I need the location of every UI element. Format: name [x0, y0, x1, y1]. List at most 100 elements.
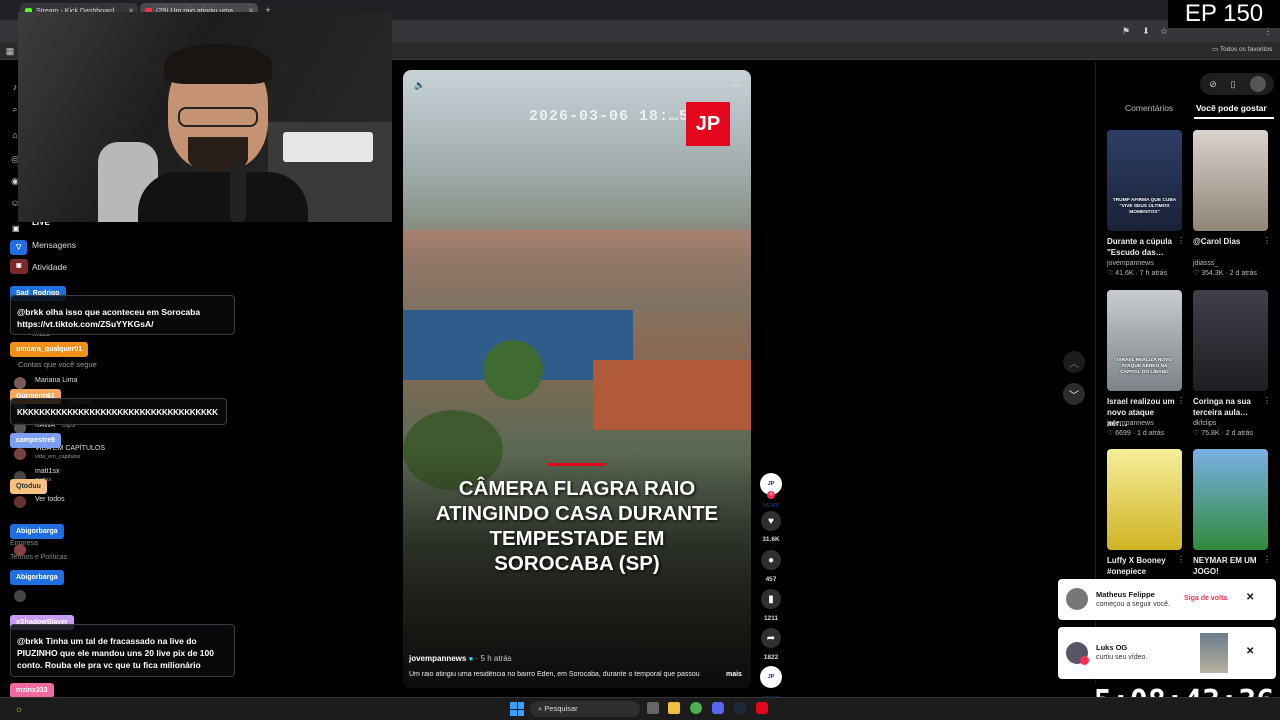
nav-messages[interactable]: Mensagens: [32, 240, 76, 250]
tab-comments[interactable]: Comentários: [1125, 103, 1173, 113]
video-author-row[interactable]: jovempannews ● · 5 h atrás: [409, 654, 512, 663]
video-headline: CÂMERA FLAGRA RAIO ATINGINDO CASA DURANT…: [435, 477, 719, 575]
recommendation-card[interactable]: Coringa na sua terceira aula… ⋮ dkfclips ♡ …: [1193, 290, 1271, 440]
comment-count: 457: [765, 576, 777, 583]
chevron-up-icon: ︿: [1069, 358, 1079, 370]
volume-icon[interactable]: 🔈: [413, 78, 427, 92]
recommendation-card[interactable]: NEYMAR EM UM JOGO! #futebolb…⋮: [1193, 449, 1271, 599]
avatar: [14, 377, 26, 389]
windows-start-icon[interactable]: [510, 702, 524, 716]
thumbnail-overlay-text: TRUMP AFIRMA QUE CUBA "VIVE SEUS ÚLTIMOS…: [1112, 198, 1177, 215]
taskbar-search-label: Pesquisar: [544, 704, 578, 713]
video-author[interactable]: jovempannews: [409, 654, 466, 663]
compass-icon[interactable]: ⊘: [1206, 77, 1220, 91]
taskbar-search[interactable]: ⌕ Pesquisar: [530, 701, 640, 717]
profile-avatar[interactable]: [1250, 76, 1266, 92]
video-player[interactable]: 🔈 ⋯ 2026-03-06 18:…59 JP CÂMERA FLAGRA R…: [403, 70, 751, 688]
video-timestamp: 2026-03-06 18:…59: [529, 108, 700, 125]
recommendation-card[interactable]: Luffy X Booney #onepiece #luffy…⋮: [1107, 449, 1185, 599]
recommendation-card[interactable]: ISRAEL REALIZA NOVO ATAQUE AÉREO NA CAPI…: [1107, 290, 1185, 440]
see-all-link[interactable]: Ver todos: [35, 496, 65, 503]
more-options-icon[interactable]: ⋮: [1263, 396, 1271, 405]
comment-button[interactable]: ●: [761, 550, 781, 570]
video-time: 5 h atrás: [480, 654, 512, 663]
recommendation-title[interactable]: @Carol Dias: [1193, 236, 1261, 247]
webcam-feed: [18, 12, 392, 222]
more-options-icon[interactable]: ⋮: [1263, 236, 1271, 245]
windows-taskbar: ☼ ⌕ Pesquisar: [0, 697, 1280, 720]
caption-more-link[interactable]: mais: [726, 671, 742, 678]
recommendation-card[interactable]: @Carol Dias ⋮ jdiasss_ ♡ 354.3K · 2 d atrás: [1193, 130, 1271, 280]
all-bookmarks-link[interactable]: ▭ Todos os favoritos: [1212, 45, 1272, 53]
apps-grid-icon[interactable]: ▦: [4, 45, 16, 57]
notification-name: Matheus Felippe: [1096, 590, 1155, 599]
headline-accent-bar: [548, 463, 606, 466]
notification-text: começou a seguir você.: [1096, 601, 1170, 608]
phone-icon[interactable]: ▯: [1226, 77, 1240, 91]
recommendation-age: 7 h atrás: [1139, 270, 1168, 277]
more-options-icon[interactable]: ⋮: [1177, 555, 1185, 564]
tab-recommendations[interactable]: Você pode gostar: [1196, 103, 1267, 113]
recommendation-title[interactable]: Durante a cúpula "Escudo das…: [1107, 236, 1175, 258]
next-video-button[interactable]: ﹀: [1063, 383, 1085, 405]
recommendation-age: 2 d atrás: [1229, 270, 1257, 277]
chat-user-tag: umcara_qualquer01: [10, 342, 89, 357]
previous-video-button[interactable]: ︿: [1063, 351, 1085, 373]
following-handle: vida_em_capitulos: [35, 454, 81, 460]
streaming-app-icon[interactable]: [756, 702, 768, 714]
recommendation-likes: 41.6K: [1115, 270, 1134, 277]
more-options-icon[interactable]: ⋮: [1177, 236, 1185, 245]
avatar: [1066, 588, 1088, 610]
chat-user-tag: mzinx333: [10, 683, 54, 698]
follow-back-button[interactable]: Siga de volta: [1184, 595, 1227, 602]
following-header: Contas que você segue: [18, 360, 97, 369]
thumbnail-overlay-text: ISRAEL REALIZA NOVO ATAQUE AÉREO NA CAPI…: [1117, 358, 1172, 375]
share-button[interactable]: ➦: [761, 628, 781, 648]
close-icon[interactable]: ✕: [1246, 592, 1254, 603]
sound-disc[interactable]: JP NEWS: [760, 666, 782, 702]
recommendation-card[interactable]: TRUMP AFIRMA QUE CUBA "VIVE SEUS ÚLTIMOS…: [1107, 130, 1185, 280]
notification-name: Luks OG: [1096, 643, 1128, 652]
chat-message: @brkk olha isso que aconteceu em Sorocab…: [10, 295, 235, 335]
episode-label: EP 150: [1168, 0, 1280, 28]
recommendation-likes: 354.3K: [1201, 270, 1224, 277]
like-count: 31.6K: [762, 536, 780, 543]
translate-icon[interactable]: ⚑: [1120, 24, 1132, 38]
chrome-icon[interactable]: [690, 702, 702, 714]
recommendation-thumbnail[interactable]: [1193, 290, 1268, 391]
avatar: [14, 496, 26, 508]
recommendation-author[interactable]: jovempannews: [1107, 419, 1154, 429]
live-icon: ▣: [12, 224, 20, 233]
close-icon[interactable]: ✕: [1246, 646, 1254, 657]
recommendation-thumbnail[interactable]: [1193, 449, 1268, 550]
more-options-icon[interactable]: ⋯: [729, 78, 743, 92]
recommendation-title[interactable]: Coringa na sua terceira aula…: [1193, 396, 1261, 418]
avatar: [14, 448, 26, 460]
recommendation-author[interactable]: jdiasss_: [1193, 259, 1218, 269]
task-view-icon[interactable]: [647, 702, 659, 714]
discord-icon[interactable]: [712, 702, 724, 714]
bookmark-icon: ▮: [768, 593, 774, 605]
like-button[interactable]: ♥: [761, 511, 781, 531]
avatar: [14, 590, 26, 602]
recommendation-author[interactable]: dkfclips: [1193, 419, 1216, 429]
chat-user-tag: Abigorbarga: [10, 524, 64, 539]
weather-icon[interactable]: ☼: [12, 702, 26, 716]
notification-like[interactable]: Luks OG curtiu seu vídeo. ✕: [1058, 627, 1276, 679]
follow-plus-icon[interactable]: +: [767, 491, 775, 499]
more-options-icon[interactable]: ⋮: [1177, 396, 1185, 405]
avatar: [14, 544, 26, 556]
folder-icon: ▭: [1212, 46, 1220, 53]
recommendation-thumbnail[interactable]: [1107, 449, 1182, 550]
save-button[interactable]: ▮: [761, 589, 781, 609]
download-icon[interactable]: ⬇: [1140, 24, 1152, 38]
nav-activity[interactable]: Atividade: [32, 262, 67, 272]
recommendation-thumbnail[interactable]: [1193, 130, 1268, 231]
recommendation-author[interactable]: jovempannews: [1107, 259, 1154, 269]
video-rooftops: [403, 230, 751, 310]
notification-follow[interactable]: Matheus Felippe começou a seguir você. S…: [1058, 579, 1276, 620]
file-explorer-icon[interactable]: [668, 702, 680, 714]
steam-icon[interactable]: [734, 702, 746, 714]
more-options-icon[interactable]: ⋮: [1263, 555, 1271, 564]
heart-outline-icon: ♡: [1107, 270, 1116, 277]
